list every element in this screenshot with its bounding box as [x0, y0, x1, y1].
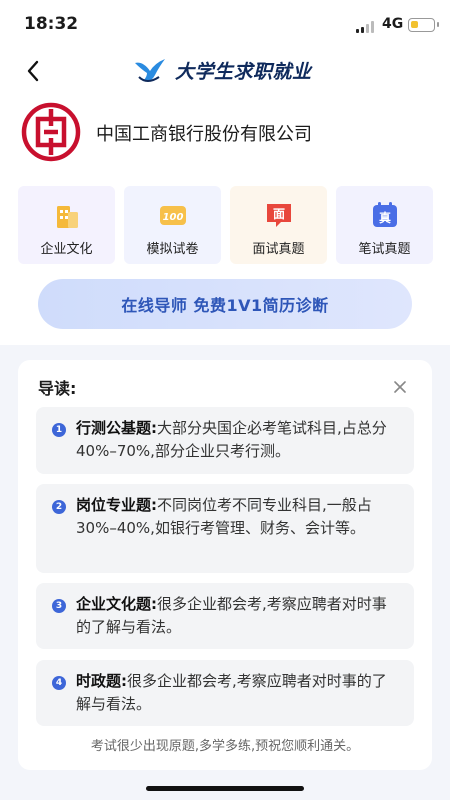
guide-title: 导读: — [38, 379, 77, 398]
item-text: 岗位专业题:不同岗位考不同专业科目,一般占30%–40%,如银行考管理、财务、会… — [76, 494, 400, 540]
signal-icon — [356, 21, 376, 33]
item-number-badge: 2 — [52, 500, 66, 514]
feature-label: 面试真题 — [252, 242, 305, 257]
feature-mock-exam[interactable]: 100 模拟试卷 — [124, 186, 221, 264]
feature-label: 企业文化 — [40, 242, 93, 257]
bird-logo-icon — [135, 59, 165, 82]
chevron-left-icon — [27, 60, 39, 82]
guide-card: 导读: 1 行测公基题:大部分央国企必考笔试科目,占总分40%–70%,部分企业… — [18, 360, 432, 770]
guide-item: 2 岗位专业题:不同岗位考不同专业科目,一般占30%–40%,如银行考管理、财务… — [36, 484, 414, 573]
feature-label: 笔试真题 — [358, 242, 411, 257]
feature-interview-questions[interactable]: 面 面试真题 — [230, 186, 327, 264]
icbc-logo-icon — [21, 102, 81, 162]
calendar-zhen-icon: 真 — [372, 202, 397, 227]
item-number-badge: 3 — [52, 599, 66, 613]
interview-chat-icon: 面 — [266, 204, 291, 227]
home-indicator[interactable] — [146, 786, 304, 791]
feature-written-exam[interactable]: 真 笔试真题 — [336, 186, 433, 264]
resume-diagnosis-banner[interactable]: 在线导师 免费1V1简历诊断 — [38, 279, 412, 329]
battery-icon — [408, 18, 439, 32]
svg-text:100: 100 — [162, 212, 183, 223]
brand-header: 大学生求职就业 — [133, 54, 323, 86]
svg-text:面: 面 — [272, 207, 284, 221]
guide-item: 1 行测公基题:大部分央国企必考笔试科目,占总分40%–70%,部分企业只考行测… — [36, 407, 414, 474]
guide-footer: 考试很少出现原题,多学多练,预祝您顺利通关。 — [90, 739, 360, 754]
item-text: 企业文化题:很多企业都会考,考察应聘者对时事的了解与看法。 — [76, 593, 400, 639]
item-heading: 企业文化题: — [76, 595, 157, 613]
building-icon — [56, 206, 78, 228]
item-text: 行测公基题:大部分央国企必考笔试科目,占总分40%–70%,部分企业只考行测。 — [76, 417, 400, 463]
battery-level — [411, 21, 418, 28]
score-100-icon: 100 — [159, 206, 186, 225]
back-button[interactable] — [18, 56, 48, 86]
svg-text:真: 真 — [378, 210, 390, 225]
item-heading: 岗位专业题: — [76, 496, 157, 514]
brand-title: 大学生求职就业 — [175, 60, 312, 83]
company-name: 中国工商银行股份有限公司 — [96, 124, 312, 145]
guide-item: 4 时政题:很多企业都会考,考察应聘者对时事的了解与看法。 — [36, 660, 414, 726]
item-heading: 时政题: — [76, 672, 127, 690]
feature-corporate-culture[interactable]: 企业文化 — [18, 186, 115, 264]
close-icon[interactable] — [391, 378, 409, 396]
feature-label: 模拟试卷 — [146, 242, 199, 257]
item-number-badge: 1 — [52, 423, 66, 437]
guide-item: 3 企业文化题:很多企业都会考,考察应聘者对时事的了解与看法。 — [36, 583, 414, 649]
status-time: 18:32 — [24, 14, 79, 34]
network-label: 4G — [382, 16, 404, 32]
item-heading: 行测公基题: — [76, 419, 157, 437]
item-number-badge: 4 — [52, 676, 66, 690]
item-text: 时政题:很多企业都会考,考察应聘者对时事的了解与看法。 — [76, 670, 400, 716]
status-bar: 18:32 4G — [0, 0, 450, 50]
